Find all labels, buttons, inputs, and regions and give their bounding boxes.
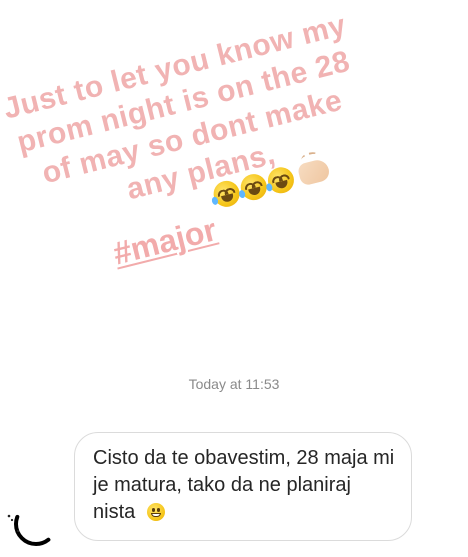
message-text: Cisto da te obavestim, 28 maja mi je mat…	[93, 447, 395, 523]
message-bubble[interactable]: Cisto da te obavestim, 28 maja mi je mat…	[74, 432, 412, 541]
story-preview[interactable]: Just to let you know my prom night is on…	[0, 0, 468, 330]
laughing-emoji-icon	[210, 178, 243, 210]
story-hashtag-line: #major	[110, 211, 221, 272]
avatar-icon	[7, 502, 58, 546]
story-text: Just to let you know my prom night is on…	[0, 7, 380, 234]
story-hashtag[interactable]: #major	[110, 211, 221, 271]
laughing-emoji-icon	[265, 164, 297, 197]
message-timestamp: Today at 11:53	[188, 376, 280, 392]
avatar[interactable]	[2, 496, 58, 552]
clapping-hands-icon	[296, 157, 332, 187]
grinning-face-icon	[146, 503, 165, 521]
laughing-emoji-icon	[238, 171, 270, 203]
